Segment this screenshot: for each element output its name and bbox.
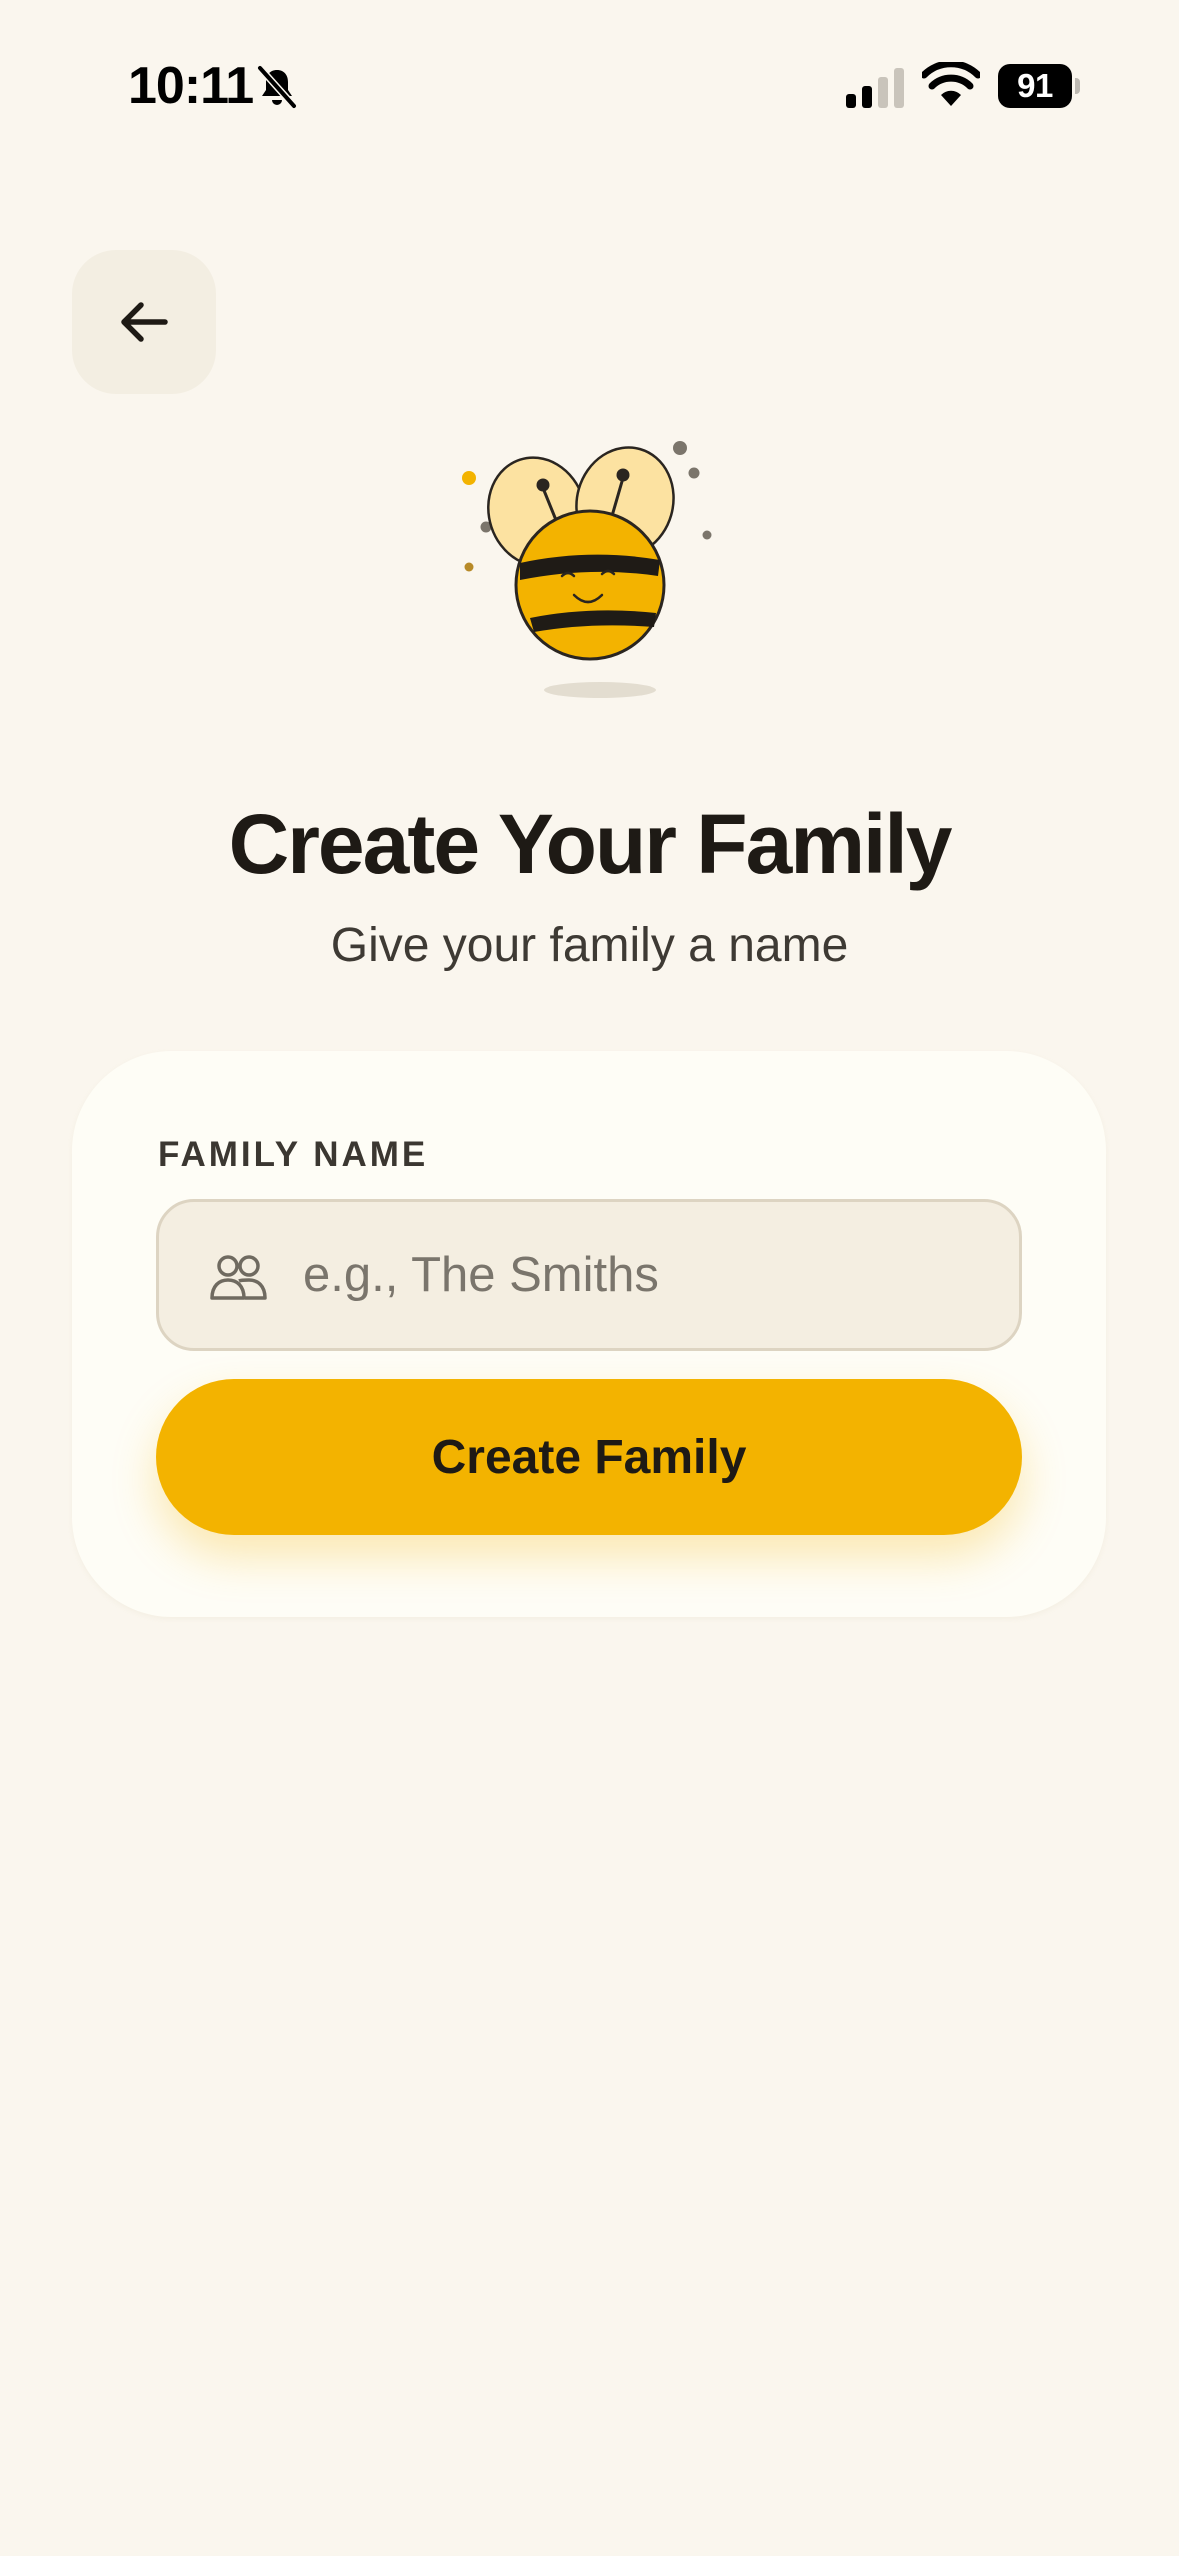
create-family-button[interactable]: Create Family — [156, 1379, 1022, 1535]
battery-icon: 91 — [998, 64, 1080, 108]
users-icon — [210, 1255, 267, 1300]
battery-tip — [1075, 78, 1080, 94]
status-bar: 10:11 91 — [0, 0, 1179, 170]
status-time: 10:11 — [128, 57, 254, 115]
back-button[interactable] — [72, 250, 216, 394]
page-subtitle: Give your family a name — [330, 919, 849, 972]
create-family-card: FAMILY NAME Create Family — [72, 1051, 1106, 1617]
family-name-input[interactable] — [303, 1202, 983, 1348]
bee-mascot-icon — [462, 441, 712, 698]
page-title: Create Your Family — [228, 797, 953, 891]
wifi-icon — [922, 62, 980, 106]
battery-level: 91 — [998, 64, 1072, 108]
bell-slash-icon — [256, 64, 298, 110]
arrow-left-icon — [121, 302, 168, 342]
cellular-signal-icon — [846, 68, 904, 108]
family-name-field[interactable] — [156, 1199, 1022, 1351]
family-name-label: FAMILY NAME — [158, 1135, 429, 1174]
